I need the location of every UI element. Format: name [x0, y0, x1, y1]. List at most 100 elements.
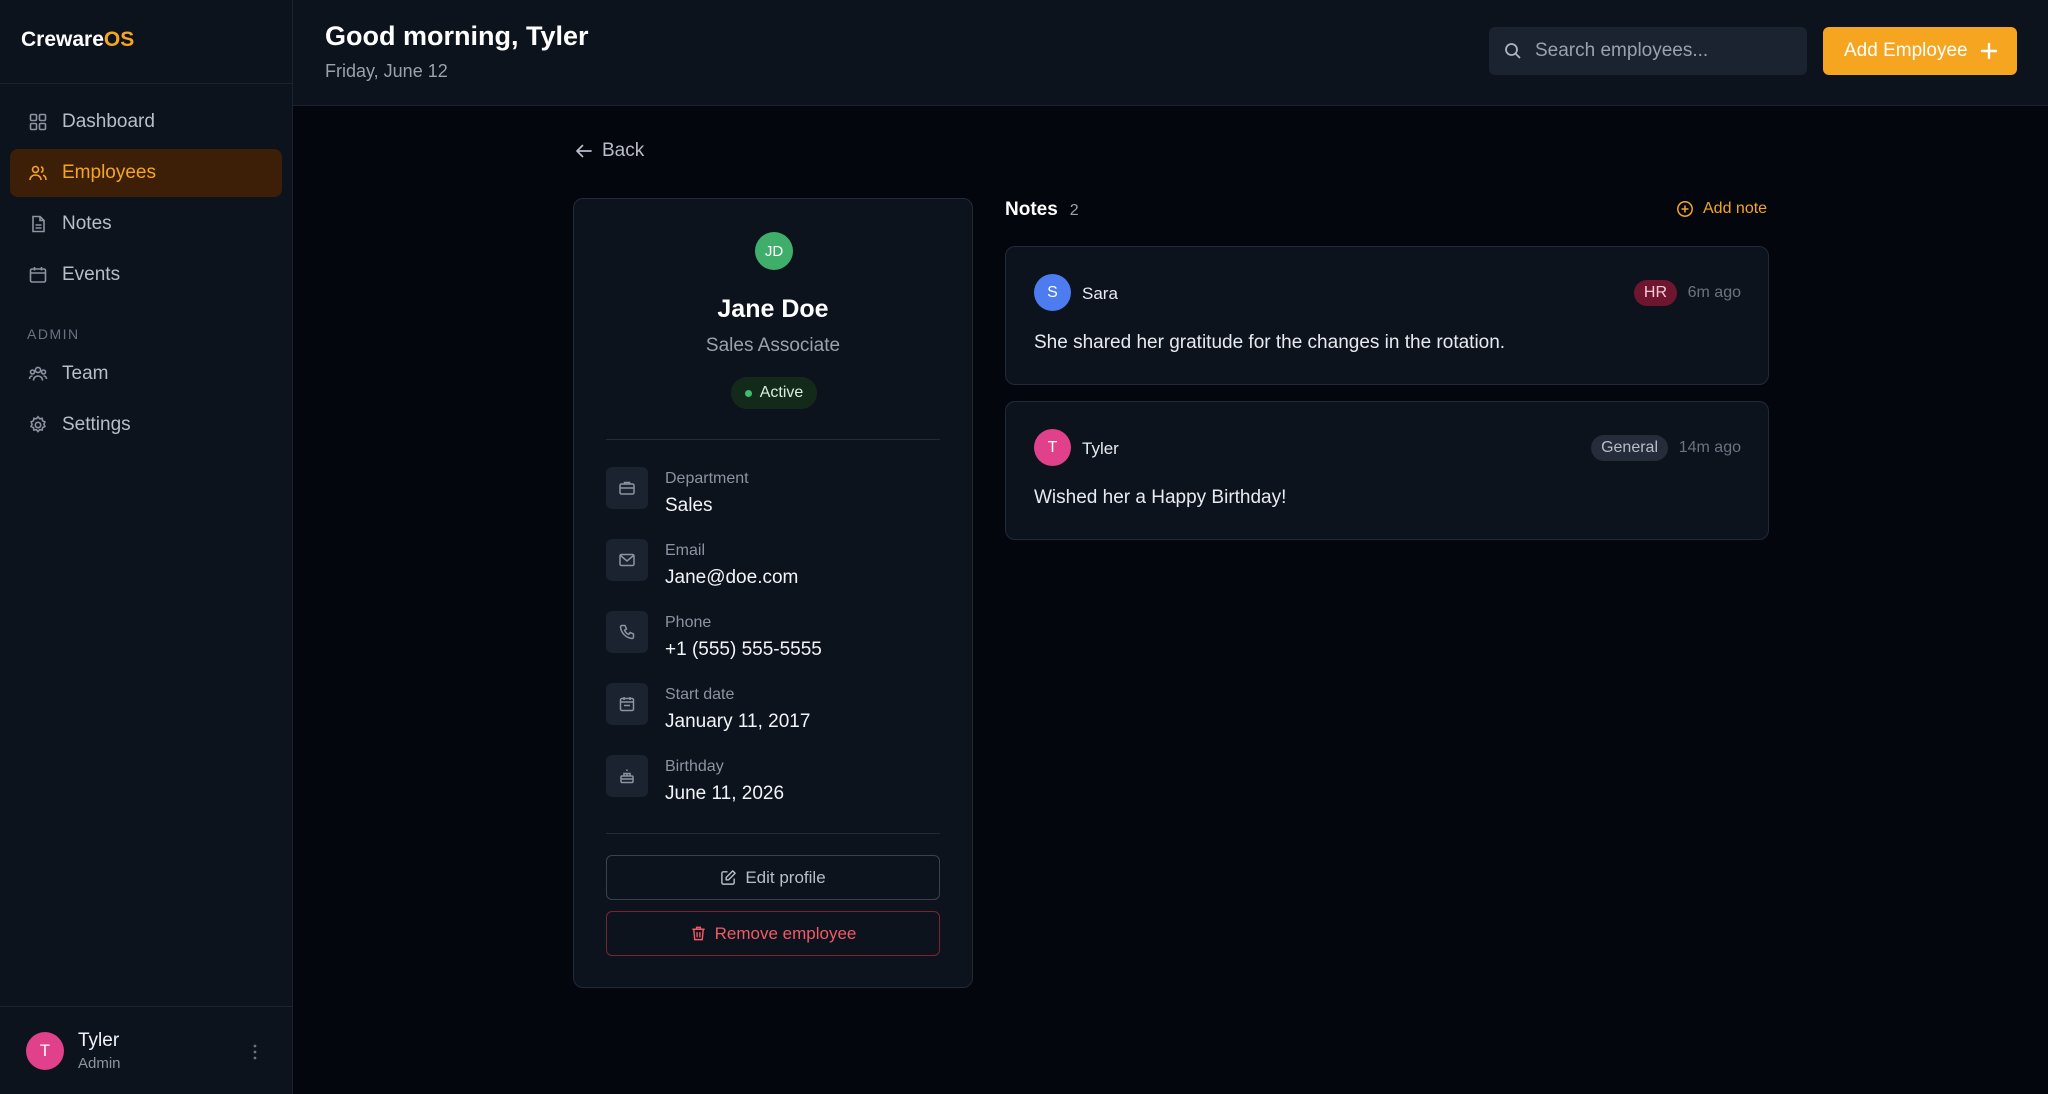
more-vertical-icon[interactable]: [248, 1043, 262, 1061]
info-label: Start date: [665, 686, 735, 703]
add-employee-button[interactable]: Add Employee: [1823, 27, 2017, 75]
note-author: Tyler: [1082, 439, 1119, 458]
info-value: June 11, 2026: [665, 783, 785, 804]
calendar-icon: [606, 683, 648, 725]
edit-icon: [720, 869, 737, 886]
edit-profile-button[interactable]: Edit profile: [606, 855, 940, 900]
add-note-button[interactable]: Add note: [1676, 200, 1767, 218]
sidebar-item-label: Events: [62, 264, 121, 285]
note-tag-badge: General: [1591, 435, 1668, 461]
info-text: Phone +1 (555) 555-5555: [665, 611, 822, 661]
info-row-phone: Phone +1 (555) 555-5555: [606, 611, 822, 661]
top-header: Good morning, Tyler Friday, June 12 Add …: [293, 0, 2048, 106]
user-name: Tyler: [78, 1029, 120, 1051]
notes-count: 2: [1069, 202, 1079, 219]
sidebar-item-label: Team: [62, 363, 109, 384]
sidebar-item-events[interactable]: Events: [10, 251, 282, 299]
divider: [606, 439, 940, 440]
document-icon: [28, 214, 48, 234]
employee-title: Sales Associate: [705, 335, 841, 356]
employee-name: Jane Doe: [717, 295, 829, 323]
avatar: JD: [755, 232, 793, 270]
info-row-start-date: Start date January 11, 2017: [606, 683, 810, 733]
note-body: She shared her gratitude for the changes…: [1034, 332, 1506, 353]
note-author: Sara: [1082, 284, 1118, 303]
trash-icon: [690, 925, 707, 942]
info-value: January 11, 2017: [665, 711, 811, 732]
avatar: T: [1034, 429, 1071, 466]
avatar: T: [26, 1031, 64, 1070]
mail-icon: [606, 539, 648, 581]
info-row-birthday: Birthday June 11, 2026: [606, 755, 784, 805]
edit-profile-label: Edit profile: [745, 867, 826, 887]
back-label: Back: [602, 140, 645, 161]
search-icon: [1503, 41, 1523, 61]
info-text: Start date January 11, 2017: [665, 683, 810, 733]
brand-accent: OS: [103, 28, 135, 51]
info-label: Phone: [665, 614, 712, 631]
note-body: Wished her a Happy Birthday!: [1034, 487, 1287, 508]
current-user[interactable]: T Tyler Admin: [0, 1006, 292, 1094]
note-card: S Sara HR 6m ago She shared her gratitud…: [1005, 246, 1769, 385]
notes-header: Notes 2: [1005, 199, 1079, 221]
cake-icon: [606, 755, 648, 797]
briefcase-icon: [606, 467, 648, 509]
info-label: Department: [665, 470, 749, 487]
remove-employee-button[interactable]: Remove employee: [606, 911, 940, 956]
sidebar-item-employees[interactable]: Employees: [10, 149, 282, 197]
add-note-label: Add note: [1703, 200, 1768, 217]
note-card: T Tyler General 14m ago Wished her a Hap…: [1005, 401, 1769, 540]
info-label: Birthday: [665, 758, 724, 775]
status-dot: [744, 389, 752, 397]
info-text: Birthday June 11, 2026: [665, 755, 784, 805]
current-date: Friday, June 12: [325, 61, 448, 81]
sidebar-item-label: Dashboard: [62, 111, 155, 132]
notes-title: Notes: [1005, 199, 1058, 220]
note-timestamp: 14m ago: [1678, 439, 1741, 456]
info-value: Jane@doe.com: [665, 567, 799, 588]
info-value: Sales: [665, 495, 713, 516]
main-nav: Dashboard Employees Notes Events ADMIN T…: [0, 84, 292, 449]
info-text: Email Jane@doe.com: [665, 539, 798, 589]
page-title: Good morning, Tyler: [325, 21, 589, 51]
team-icon: [28, 364, 48, 384]
gear-icon: [28, 415, 48, 435]
search-input[interactable]: [1535, 40, 1795, 62]
note-tag-badge: HR: [1633, 280, 1677, 306]
sidebar-item-label: Employees: [62, 162, 156, 183]
sidebar-item-notes[interactable]: Notes: [10, 200, 282, 248]
sidebar-item-dashboard[interactable]: Dashboard: [10, 98, 282, 146]
plus-icon: [1980, 42, 1998, 60]
admin-section-label: ADMIN: [27, 326, 80, 342]
add-employee-label: Add Employee: [1844, 40, 1968, 61]
arrow-left-icon: [574, 141, 594, 161]
user-meta: Tyler Admin: [78, 1030, 121, 1072]
info-label: Email: [665, 542, 706, 559]
sidebar-item-settings[interactable]: Settings: [10, 401, 282, 449]
search-box[interactable]: [1489, 27, 1807, 75]
info-row-department: Department Sales: [606, 467, 749, 517]
info-text: Department Sales: [665, 467, 749, 517]
info-value: +1 (555) 555-5555: [665, 639, 822, 660]
brand-name: Creware: [21, 28, 104, 51]
status-label: Active: [759, 384, 804, 401]
grid-icon: [28, 112, 48, 132]
users-icon: [28, 163, 48, 183]
remove-employee-label: Remove employee: [714, 923, 857, 943]
user-role: Admin: [78, 1054, 121, 1072]
info-row-email: Email Jane@doe.com: [606, 539, 798, 589]
note-timestamp: 6m ago: [1687, 284, 1741, 301]
plus-circle-icon: [1676, 200, 1694, 218]
back-button[interactable]: Back: [574, 140, 644, 162]
avatar: S: [1034, 274, 1071, 311]
sidebar-item-team[interactable]: Team: [10, 350, 282, 398]
divider: [606, 833, 940, 834]
phone-icon: [606, 611, 648, 653]
sidebar-item-label: Notes: [62, 213, 112, 234]
sidebar: CrewareOS Dashboard Employees Notes Even…: [0, 0, 293, 1094]
sidebar-item-label: Settings: [62, 414, 131, 435]
brand-logo[interactable]: CrewareOS: [0, 0, 292, 84]
status-badge: Active: [731, 377, 817, 409]
employee-profile-card: JD Jane Doe Sales Associate Active Depar…: [573, 198, 973, 988]
calendar-icon: [28, 265, 48, 285]
